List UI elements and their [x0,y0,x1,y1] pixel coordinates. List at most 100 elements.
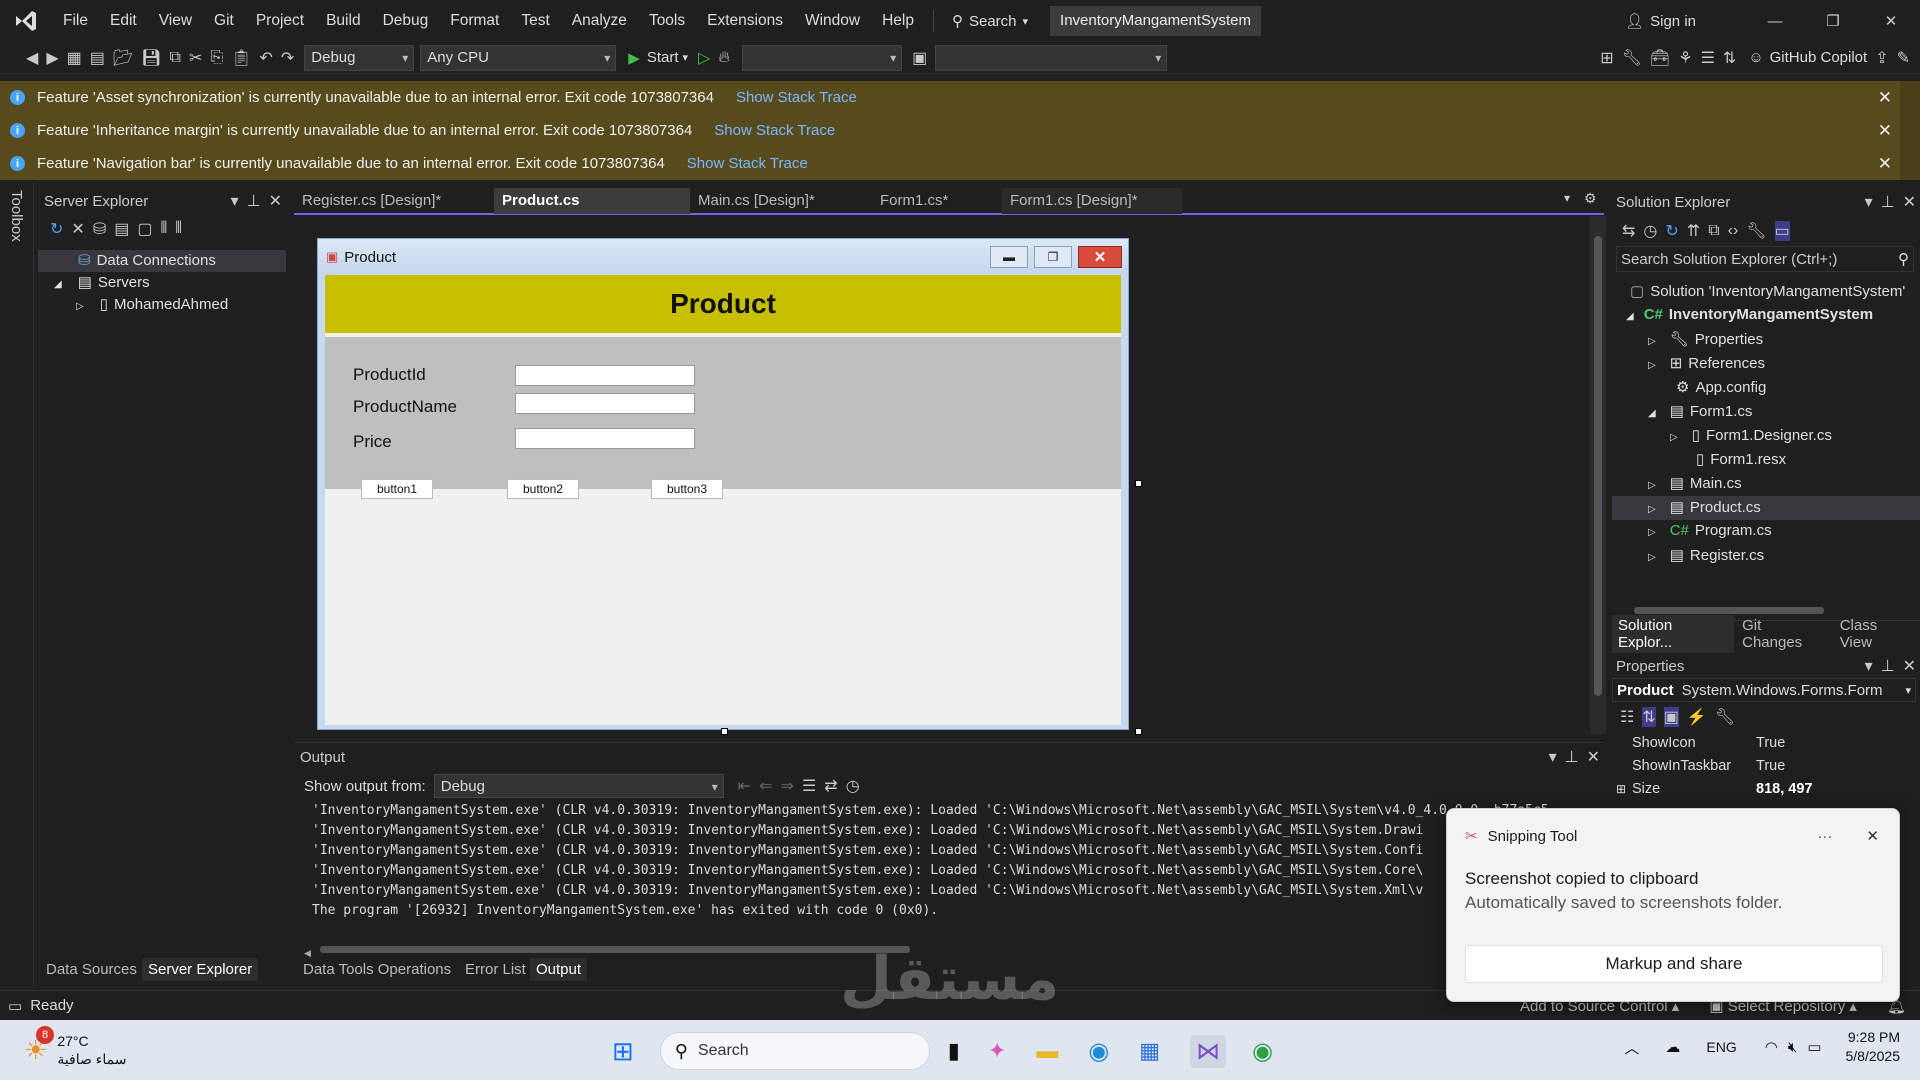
form-minimize-icon[interactable]: ▬ [990,246,1028,268]
property-row[interactable]: ShowInTaskbar True [1632,755,1920,778]
chevron-up-icon[interactable]: ︿ [1624,1037,1639,1058]
hierarchy-icon[interactable]: ⚘ [1678,48,1692,68]
menu-item-debug[interactable]: Debug [372,0,440,42]
product-form[interactable]: ▣ Product ▬ ❐ ✕ Product ProductId Produc… [317,238,1129,730]
pin-icon[interactable]: ⊥ [1881,192,1895,212]
startup-item-select[interactable] [935,44,1168,71]
volume-icon[interactable]: 🔇︎ [1788,1039,1797,1056]
wrench-icon[interactable]: 🔧︎ [1622,48,1642,68]
clear-all-icon[interactable]: ☰ [802,776,816,796]
close-icon[interactable]: ✕ [1587,747,1600,767]
language-indicator[interactable]: ENG [1706,1039,1736,1055]
show-stack-trace-link[interactable]: Show Stack Trace [714,122,835,139]
feedback-icon[interactable]: ✎ [1897,48,1910,68]
pin-icon[interactable]: ⊥ [247,191,261,211]
undo-icon[interactable]: ↶ [259,48,272,68]
close-window-button[interactable]: ✕ [1862,0,1920,42]
new-project-icon[interactable]: ▦ [67,48,82,68]
show-stack-trace-link[interactable]: Show Stack Trace [687,155,808,172]
new-file-icon[interactable]: ▤ [90,48,105,68]
alphabetical-icon[interactable]: ⇅ [1642,707,1656,727]
taskbar-search[interactable]: ⚲ Search [659,1032,930,1070]
tree-item-properties[interactable]: ▷ 🔧︎ Properties [1648,330,1763,348]
tab-list-icon[interactable]: ▾ [1564,191,1570,205]
productid-textbox[interactable] [515,365,695,386]
designer-vertical-scrollbar[interactable] [1590,216,1606,734]
visual-studio-logo[interactable] [0,8,52,34]
menu-item-git[interactable]: Git [203,0,245,42]
chevron-down-icon[interactable]: ▾ [1549,747,1557,767]
menu-item-window[interactable]: Window [794,0,871,42]
visual-studio-app-icon[interactable]: ⋈ [1190,1034,1227,1068]
close-icon[interactable]: ✕ [1878,88,1892,108]
menu-item-help[interactable]: Help [871,0,925,42]
properties-object-select[interactable]: Product System.Windows.Forms.Form ▾ [1612,678,1916,702]
tab-error-list[interactable]: Error List [465,961,526,978]
tab-server-explorer[interactable]: Server Explorer [142,958,259,981]
chevron-down-icon[interactable]: ▾ [1865,192,1873,212]
chrome-icon[interactable]: ◉ [1252,1037,1273,1066]
paste-icon[interactable]: 📋︎ [231,48,251,68]
cut-icon[interactable]: ✂ [189,48,202,68]
close-icon[interactable]: ✕ [1903,192,1916,212]
prev-message-icon[interactable]: ⇐ [759,776,772,796]
tree-item-app-config[interactable]: ⚙ App.config [1676,378,1766,396]
find-message-icon[interactable]: ⇤ [738,776,751,796]
timestamp-icon[interactable]: ◷ [846,776,860,796]
copilot-app-icon[interactable]: ✦ [988,1038,1006,1064]
onedrive-icon[interactable]: ☁ [1665,1038,1680,1056]
tab-form1-cs[interactable]: Form1.cs* [872,188,998,214]
connect-database-icon[interactable]: ⛁ [93,219,106,239]
resize-handle[interactable] [1135,480,1142,487]
show-stack-trace-link[interactable]: Show Stack Trace [736,89,857,106]
align-icon[interactable]: ☰ [1701,48,1715,68]
tree-item-register[interactable]: ▷ ▤ Register.cs [1648,546,1764,564]
tab-data-tools-operations[interactable]: Data Tools Operations [303,961,451,978]
platform-select[interactable]: Any CPU [420,44,617,71]
tree-item-form1[interactable]: ◢ ▤ Form1.cs [1648,402,1752,420]
weather-widget[interactable]: ☀ 8 27°C سماء صافية [24,1026,126,1068]
categorized-icon[interactable]: ☷ [1620,707,1634,727]
save-icon[interactable]: 💾︎ [141,48,161,68]
redo-icon[interactable]: ↷ [281,48,294,68]
menu-item-edit[interactable]: Edit [99,0,148,42]
configuration-select[interactable]: Debug [304,44,415,71]
productname-textbox[interactable] [515,393,695,414]
tree-item-data-connections[interactable]: ⛁ Data Connections [78,251,216,269]
word-wrap-icon[interactable]: ⇄ [824,776,837,796]
toolbox-icon[interactable]: 🧰︎ [1650,48,1670,68]
price-textbox[interactable] [515,428,695,449]
output-text[interactable]: 'InventoryMangamentSystem.exe' (CLR v4.0… [294,801,1584,921]
menu-item-file[interactable]: File [52,0,99,42]
property-row[interactable]: ⊞ Size 818, 497 [1616,778,1920,801]
sign-in-button[interactable]: 👤︎ Sign in [1625,12,1696,31]
search-button[interactable]: ⚲ Search ▾ [942,12,1038,31]
output-source-select[interactable]: Debug [433,774,724,799]
show-all-files-icon[interactable]: ⧉ [1708,222,1719,240]
button3[interactable]: button3 [651,479,723,499]
tree-item-solution[interactable]: ▢ Solution 'InventoryMangamentSystem' [1630,282,1905,300]
tree-item-servers[interactable]: ◢ ▤ Servers [54,273,150,291]
switch-views-icon[interactable]: ⇆ [1622,221,1635,241]
target-select[interactable] [742,44,903,71]
sync-icon[interactable]: ↻ [1665,221,1678,241]
collapse-all-icon[interactable]: ⇈ [1687,221,1700,241]
menu-item-format[interactable]: Format [439,0,510,42]
browse-icon[interactable]: ▣ [912,48,927,68]
file-explorer-icon[interactable]: ▬ [1036,1038,1058,1064]
start-without-debug-icon[interactable]: ▷ [698,48,710,68]
properties-view-icon[interactable]: ▣ [1663,707,1679,727]
minimize-button[interactable]: — [1746,0,1804,42]
tree-item-form1-resx[interactable]: ▯ Form1.resx [1696,450,1786,468]
chevron-down-icon[interactable]: ▾ [1865,656,1873,676]
hot-reload-icon[interactable]: 🔥︎ [718,49,730,67]
forward-icon[interactable]: ▶ [46,48,58,68]
more-options-icon[interactable]: ··· [1817,828,1832,845]
tab-git-changes[interactable]: Git Changes [1734,615,1832,653]
close-icon[interactable]: ✕ [1878,154,1892,174]
menu-item-analyze[interactable]: Analyze [561,0,638,42]
tab-class-view[interactable]: Class View [1832,615,1920,653]
resize-handle[interactable] [721,728,728,735]
next-message-icon[interactable]: ⇒ [781,776,794,796]
tree-item-program[interactable]: ▷ C# Program.cs [1648,522,1772,539]
